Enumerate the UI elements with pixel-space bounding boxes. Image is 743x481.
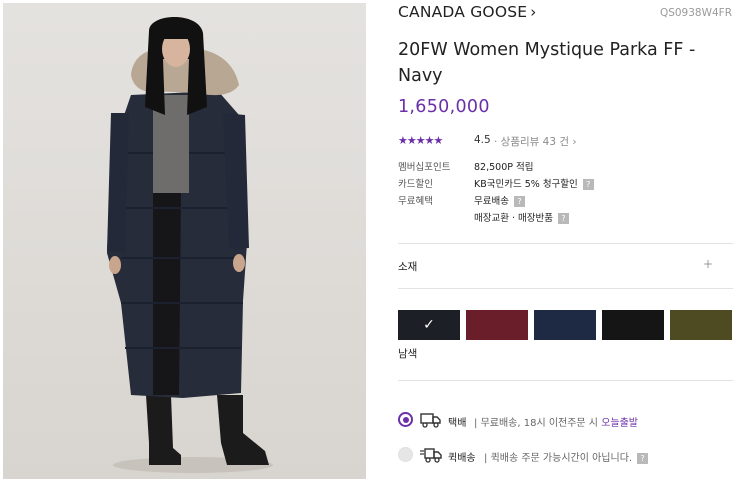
model-photo-illustration: [107, 17, 273, 473]
product-price: 1,650,000: [398, 97, 490, 117]
color-swatch-red[interactable]: [466, 310, 528, 340]
benefit-value: 무료배송: [474, 196, 509, 207]
delivery-truck-icon: [420, 413, 441, 428]
help-icon[interactable]: ?: [557, 213, 569, 224]
shipping-desc-text: 퀵배송 주문 가능시간이 아닙니다.: [490, 453, 633, 464]
shipping-option-courier[interactable]: 택배 | 무료배송, 18시 이전주문 시 오늘출발: [398, 410, 733, 430]
color-swatch-olive[interactable]: [670, 310, 732, 340]
help-icon[interactable]: ?: [513, 196, 525, 207]
benefit-label: 무료혜택: [398, 196, 433, 207]
help-icon[interactable]: ?: [637, 452, 649, 464]
help-icon[interactable]: ?: [582, 179, 594, 190]
divider: [398, 288, 733, 289]
shipping-desc: | 퀵배송 주문 가능시간이 아닙니다.?: [484, 449, 649, 464]
plus-icon: +: [702, 257, 713, 271]
benefit-value: 매장교환 · 매장반품: [474, 213, 553, 224]
color-swatch-blue[interactable]: [534, 310, 596, 340]
selected-color-name: 남색: [398, 348, 418, 360]
divider: [398, 243, 733, 244]
color-swatch-navy[interactable]: ✓: [398, 310, 460, 340]
rating-score: 4.5: [474, 134, 491, 146]
star-rating-icon: ★★★★★: [398, 134, 443, 147]
product-code: QS0938W4FR: [659, 7, 732, 19]
shipping-desc: | 무료배송, 18시 이전주문 시 오늘출발: [474, 418, 638, 429]
chevron-right-icon: ›: [530, 3, 537, 21]
brand-name: CANADA GOOSE: [398, 3, 528, 21]
shipping-desc-highlight: 오늘출발: [601, 418, 638, 429]
check-icon: ✓: [423, 317, 435, 333]
divider: [398, 380, 733, 381]
shipping-option-quick[interactable]: 퀵배송 | 퀵배송 주문 가능시간이 아닙니다.?: [398, 445, 733, 465]
shipping-name: 퀵배송: [448, 453, 476, 464]
review-count-link[interactable]: · 상품리뷰 43 건 ›: [494, 134, 577, 149]
color-swatch-black[interactable]: [602, 310, 664, 340]
benefit-label: 카드할인: [398, 179, 433, 190]
benefit-value: 82,500P 적립: [474, 162, 534, 173]
product-image[interactable]: [3, 3, 366, 479]
material-accordion[interactable]: 소재 +: [398, 257, 733, 275]
product-info-panel: CANADA GOOSE › QS0938W4FR 20FW Women Myst…: [398, 0, 733, 481]
shipping-name: 택배: [448, 418, 467, 429]
brand-link[interactable]: CANADA GOOSE ›: [398, 3, 536, 21]
shipping-desc-text: 무료배송, 18시 이전주문 시: [480, 418, 602, 429]
brand-row: CANADA GOOSE › QS0938W4FR: [398, 3, 733, 23]
benefit-value: KB국민카드 5% 청구할인: [474, 179, 578, 190]
color-swatches: ✓: [398, 310, 733, 340]
rating-row: ★★★★★ 4.5 · 상품리뷰 43 건 ›: [398, 134, 577, 150]
quick-delivery-icon: [420, 448, 442, 463]
benefit-label: 멤버십포인트: [398, 162, 451, 173]
radio-disabled[interactable]: [398, 447, 413, 462]
accordion-label: 소재: [398, 261, 418, 273]
product-title: 20FW Women Mystique Parka FF - Navy: [398, 40, 696, 86]
radio-selected[interactable]: [398, 412, 413, 427]
